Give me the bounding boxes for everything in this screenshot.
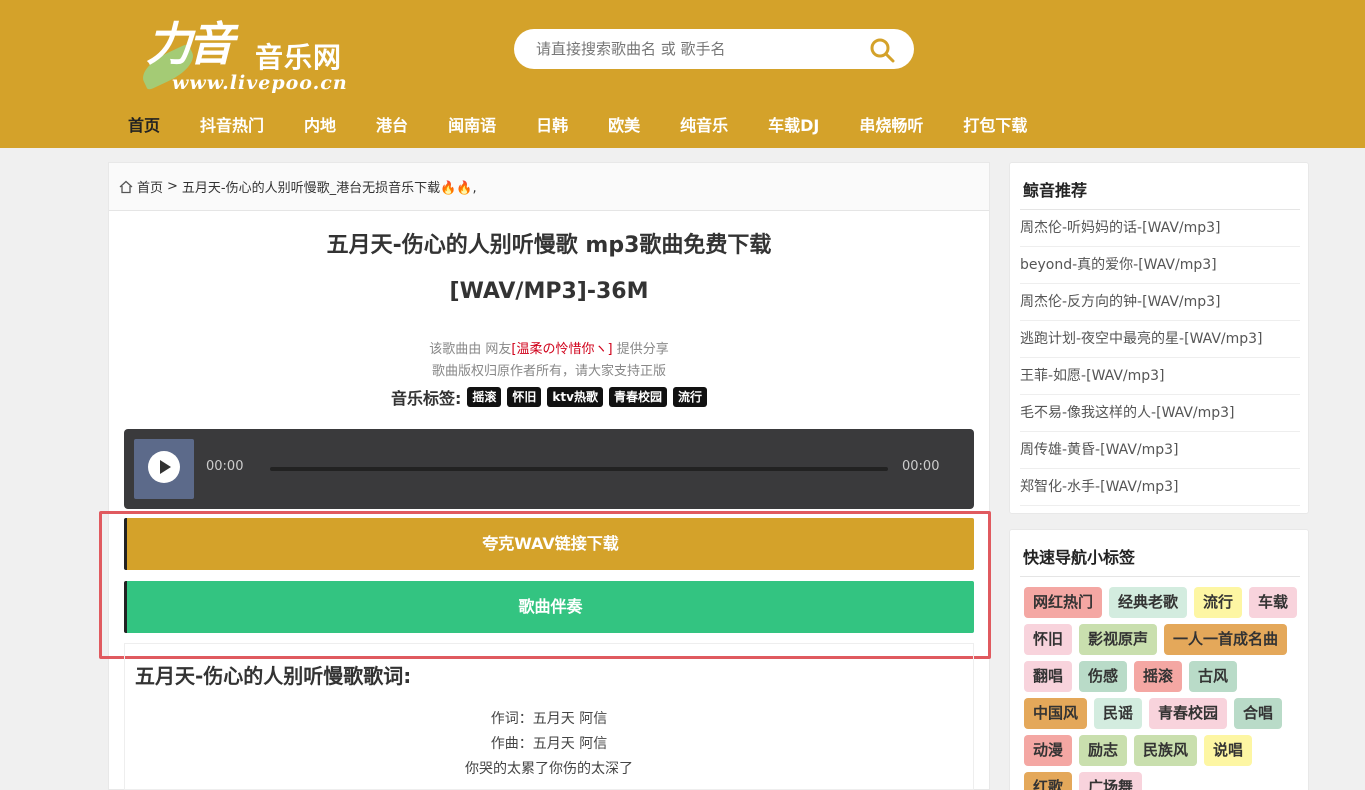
audio-player: 00:00 00:00 xyxy=(124,429,974,509)
list-item[interactable]: 王菲-如愿-[WAV/mp3] xyxy=(1020,358,1300,395)
quick-nav-title: 快速导航小标签 xyxy=(1023,548,1136,567)
song-title-line2: [WAV/MP3]-36M xyxy=(449,279,649,304)
tag-rock[interactable]: 摇滚 xyxy=(467,387,502,407)
recommend-list: 周杰伦-听妈妈的话-[WAV/mp3] beyond-真的爱你-[WAV/mp3… xyxy=(1010,210,1308,506)
share-prefix: 该歌曲由 网友 xyxy=(429,342,512,357)
quick-tag[interactable]: 怀旧 xyxy=(1024,624,1073,655)
accompaniment-button[interactable]: 歌曲伴奏 xyxy=(124,581,974,633)
search-icon[interactable] xyxy=(868,36,896,64)
quick-tag[interactable]: 中国风 xyxy=(1024,698,1088,729)
nav-western[interactable]: 欧美 xyxy=(608,104,640,148)
nav-mainland[interactable]: 内地 xyxy=(304,104,336,148)
quick-tag[interactable]: 广场舞 xyxy=(1079,772,1143,790)
quick-tag[interactable]: 说唱 xyxy=(1204,735,1253,766)
lyrics-heading: 五月天-伤心的人别听慢歌歌词: xyxy=(135,664,412,688)
logo-text: 音乐网 xyxy=(255,41,343,74)
quick-tag[interactable]: 励志 xyxy=(1079,735,1128,766)
nav-medley[interactable]: 串烧畅听 xyxy=(859,104,923,148)
quick-tag[interactable]: 流行 xyxy=(1194,587,1243,618)
quick-tag[interactable]: 经典老歌 xyxy=(1109,587,1188,618)
lyrics-line: 作词：五月天 阿信 xyxy=(490,711,608,727)
share-credit: 该歌曲由 网友[温柔の怜惜你ヽ] 提供分享 xyxy=(109,339,989,361)
music-tags: 音乐标签: 摇滚 怀旧 ktv热歌 青春校园 流行 xyxy=(109,385,989,409)
quick-tag[interactable]: 车载 xyxy=(1249,587,1298,618)
quick-tag[interactable]: 民谣 xyxy=(1094,698,1143,729)
tag-nostalgia[interactable]: 怀旧 xyxy=(507,387,542,407)
play-icon[interactable] xyxy=(148,451,180,483)
breadcrumb: 首页 > 五月天-伤心的人别听慢歌_港台无损音乐下载🔥🔥, xyxy=(109,163,989,211)
song-title: 五月天-伤心的人别听慢歌 mp3歌曲免费下载 [WAV/MP3]-36M xyxy=(109,223,989,315)
list-item[interactable]: 毛不易-像我这样的人-[WAV/mp3] xyxy=(1020,395,1300,432)
tag-ktv[interactable]: ktv热歌 xyxy=(547,387,603,407)
search-input[interactable] xyxy=(536,37,856,61)
list-item[interactable]: 周传雄-黄昏-[WAV/mp3] xyxy=(1020,432,1300,469)
recommend-title: 鲸音推荐 xyxy=(1023,181,1088,200)
site-header: 力音 音乐网 www.livepoo.cn 首页 抖音热门 内地 港台 闽南语 … xyxy=(0,0,1365,148)
quick-tag[interactable]: 民族风 xyxy=(1134,735,1198,766)
share-suffix: 提供分享 xyxy=(612,342,669,357)
nav-jp-kr[interactable]: 日韩 xyxy=(536,104,568,148)
tags-label: 音乐标签: xyxy=(390,389,462,408)
quick-tag[interactable]: 青春校园 xyxy=(1149,698,1228,729)
recommend-panel: 鲸音推荐 周杰伦-听妈妈的话-[WAV/mp3] beyond-真的爱你-[WA… xyxy=(1009,162,1309,514)
list-item[interactable]: 郑智化-水手-[WAV/mp3] xyxy=(1020,469,1300,506)
nav-instrumental[interactable]: 纯音乐 xyxy=(680,104,728,148)
quick-tag[interactable]: 摇滚 xyxy=(1134,661,1183,692)
quick-tag[interactable]: 翻唱 xyxy=(1024,661,1073,692)
breadcrumb-home[interactable]: 首页 xyxy=(137,177,163,196)
main-nav: 首页 抖音热门 内地 港台 闽南语 日韩 欧美 纯音乐 车载DJ 串烧畅听 打包… xyxy=(128,104,1067,148)
quick-tag[interactable]: 红歌 xyxy=(1024,772,1073,790)
quick-tag[interactable]: 合唱 xyxy=(1234,698,1283,729)
copyright-note: 歌曲版权归原作者所有，请大家支持正版 xyxy=(431,364,666,379)
nav-pack-download[interactable]: 打包下载 xyxy=(963,104,1027,148)
list-item[interactable]: beyond-真的爱你-[WAV/mp3] xyxy=(1020,247,1300,284)
list-item[interactable]: 逃跑计划-夜空中最亮的星-[WAV/mp3] xyxy=(1020,321,1300,358)
song-title-line1: 五月天-伤心的人别听慢歌 mp3歌曲免费下载 xyxy=(326,233,772,258)
album-cover xyxy=(134,439,194,499)
nav-car-dj[interactable]: 车载DJ xyxy=(768,104,819,148)
list-item[interactable]: 周杰伦-反方向的钟-[WAV/mp3] xyxy=(1020,284,1300,321)
home-icon xyxy=(119,180,133,193)
download-button[interactable]: 夸克WAV链接下载 xyxy=(124,518,974,570)
quick-tag[interactable]: 一人一首成名曲 xyxy=(1164,624,1288,655)
logo-url: www.livepoo.cn xyxy=(172,72,348,94)
song-info: 该歌曲由 网友[温柔の怜惜你ヽ] 提供分享 歌曲版权归原作者所有，请大家支持正版 xyxy=(109,339,989,383)
search-box xyxy=(514,29,914,69)
quick-tag-list: 网红热门 经典老歌 流行 车载怀旧 影视原声 一人一首成名曲翻唱 伤感 摇滚 古风中国风 民谣 青春… xyxy=(1010,577,1308,790)
nav-douyin-hot[interactable]: 抖音热门 xyxy=(200,104,264,148)
breadcrumb-separator: > xyxy=(167,179,178,194)
quick-nav-panel: 快速导航小标签 网红热门 经典老歌 流行 车载怀旧 影视原声 一人一首成名曲翻唱 伤感 摇滚古… xyxy=(1009,529,1309,790)
quick-tag[interactable]: 古风 xyxy=(1189,661,1238,692)
nav-hk-tw[interactable]: 港台 xyxy=(376,104,408,148)
breadcrumb-current: 五月天-伤心的人别听慢歌_港台无损音乐下载🔥🔥, xyxy=(181,181,477,196)
nav-home[interactable]: 首页 xyxy=(128,104,160,148)
quick-tag[interactable]: 影视原声 xyxy=(1079,624,1158,655)
quick-tag[interactable]: 网红热门 xyxy=(1024,587,1103,618)
tag-campus[interactable]: 青春校园 xyxy=(608,387,667,407)
tag-pop[interactable]: 流行 xyxy=(672,387,707,407)
nav-minnan[interactable]: 闽南语 xyxy=(448,104,496,148)
progress-bar[interactable] xyxy=(270,467,888,471)
logo-mark: 力音 xyxy=(146,17,234,71)
current-time: 00:00 xyxy=(206,459,244,474)
lyrics-section: 五月天-伤心的人别听慢歌歌词: 作词：五月天 阿信 作曲：五月天 阿信 你哭的太… xyxy=(124,643,974,790)
quick-tag[interactable]: 伤感 xyxy=(1079,661,1128,692)
list-item[interactable]: 周杰伦-听妈妈的话-[WAV/mp3] xyxy=(1020,210,1300,247)
site-logo[interactable]: 力音 音乐网 www.livepoo.cn xyxy=(137,6,370,98)
quick-tag[interactable]: 动漫 xyxy=(1024,735,1073,766)
share-user[interactable]: [温柔の怜惜你ヽ] xyxy=(511,342,612,357)
lyrics-line: 你哭的太累了你伤的太深了 xyxy=(465,761,633,777)
duration: 00:00 xyxy=(902,459,940,474)
lyrics-line: 作曲：五月天 阿信 xyxy=(490,736,608,752)
